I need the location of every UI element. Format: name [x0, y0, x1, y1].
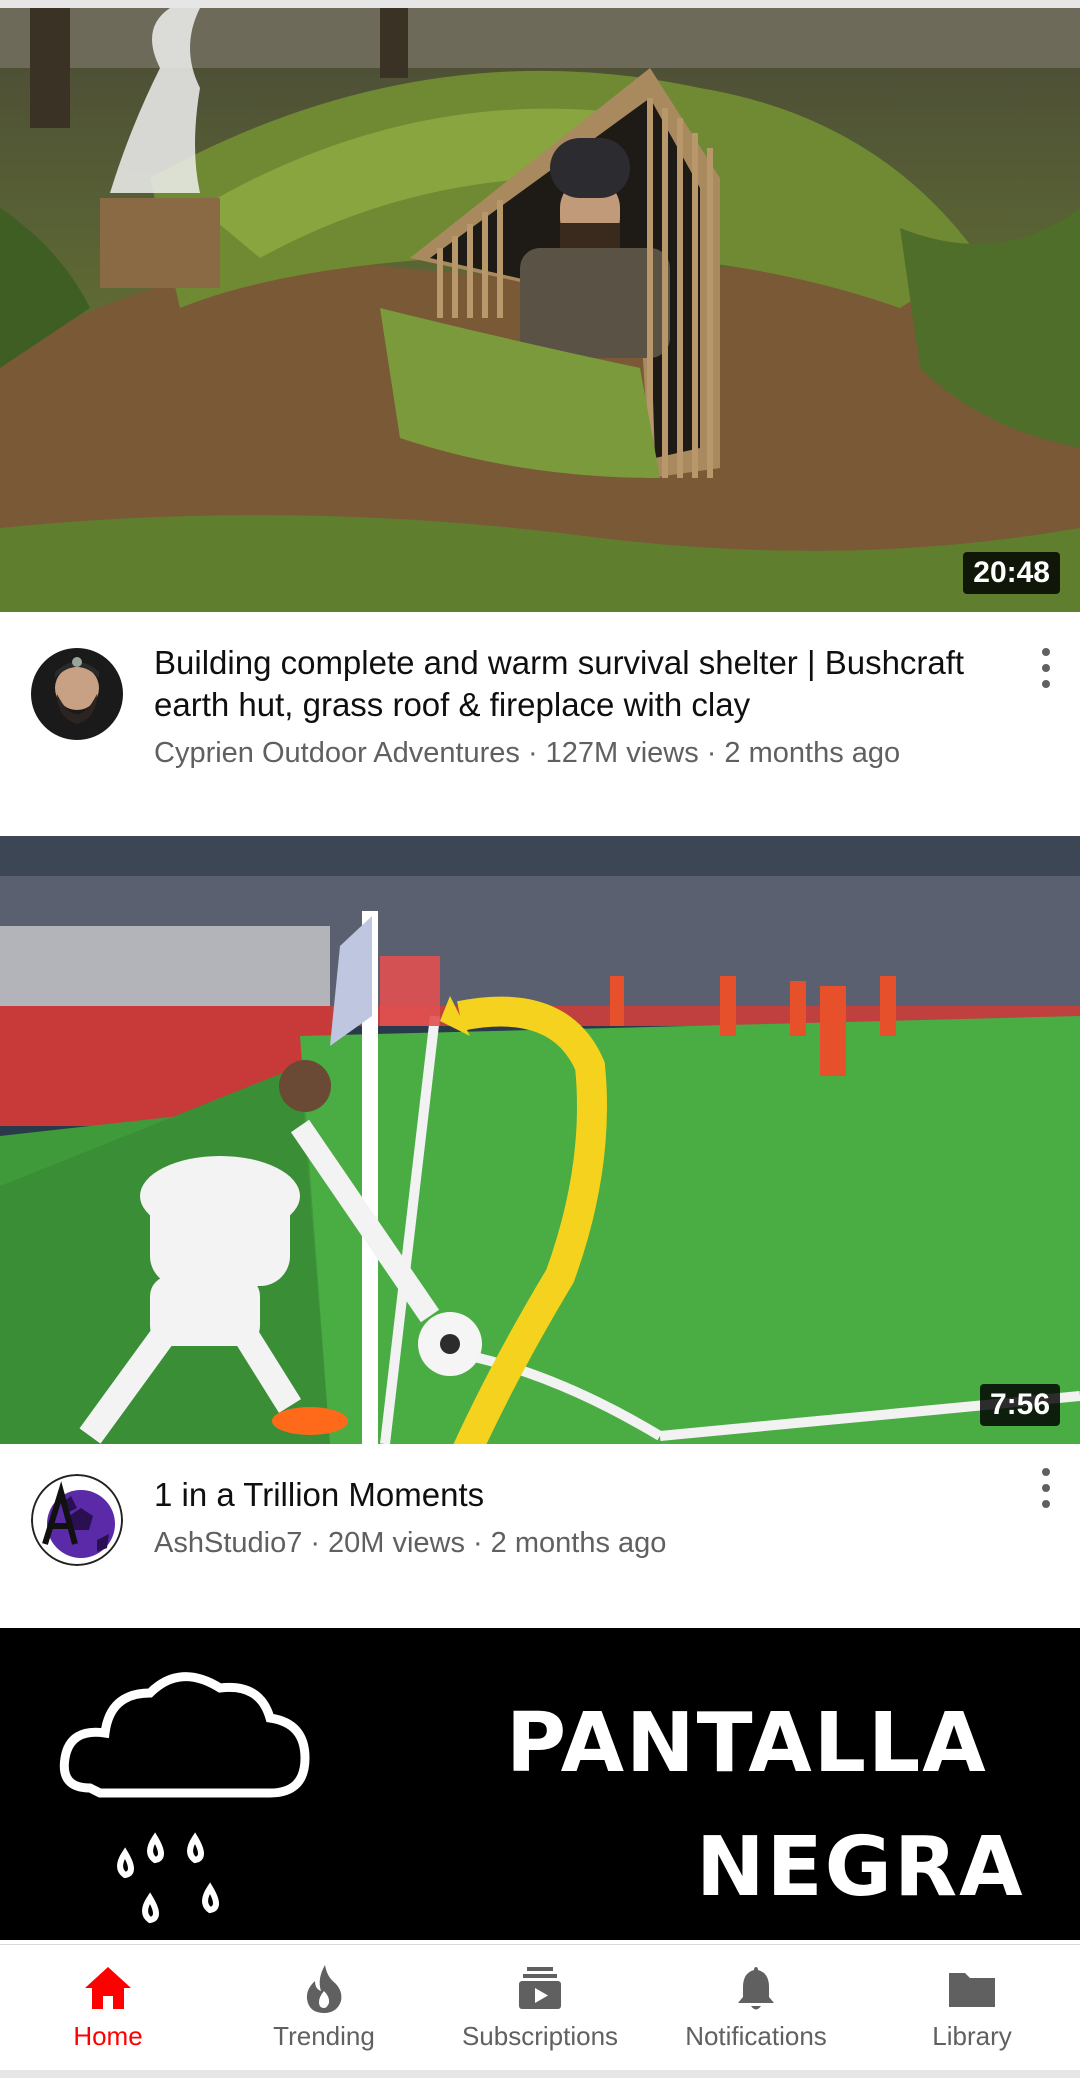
- video-thumbnail[interactable]: 7:56: [0, 836, 1080, 1444]
- nav-item-trending[interactable]: Trending: [216, 1945, 432, 2070]
- nav-label: Trending: [273, 2021, 375, 2051]
- channel-name[interactable]: AshStudio7: [154, 1527, 302, 1559]
- thumbnail-text-line: PANTALLA: [506, 1696, 988, 1791]
- soccer-ball-avatar-icon: [31, 1474, 123, 1566]
- system-navigation-bar: [0, 2070, 1080, 2078]
- more-options-icon[interactable]: [1034, 648, 1058, 688]
- video-card[interactable]: 20:48 Building complete and warm surviva…: [0, 8, 1080, 836]
- bearded-man-avatar-icon: [31, 648, 123, 740]
- bottom-navigation: Home Trending Subscriptions Notification…: [0, 1944, 1080, 2070]
- bell-icon: [738, 1967, 774, 2010]
- video-title[interactable]: Building complete and warm survival shel…: [154, 642, 990, 726]
- video-feed[interactable]: 20:48 Building complete and warm surviva…: [0, 8, 1080, 1940]
- view-count: 127M views: [545, 737, 699, 769]
- home-icon: [85, 1967, 131, 2009]
- upload-age: 2 months ago: [724, 737, 901, 769]
- folder-icon: [949, 1973, 995, 2007]
- channel-avatar[interactable]: [31, 648, 123, 740]
- more-options-icon[interactable]: [1034, 1468, 1058, 1508]
- view-count: 20M views: [328, 1527, 465, 1559]
- nav-item-subscriptions[interactable]: Subscriptions: [432, 1945, 648, 2070]
- thumbnail-text-line: NEGRA: [696, 1820, 1025, 1915]
- upload-age: 2 months ago: [490, 1527, 667, 1559]
- flame-icon: [306, 1965, 342, 2013]
- video-duration: 20:48: [963, 552, 1060, 594]
- video-thumbnail[interactable]: PANTALLA NEGRA: [0, 1628, 1080, 1940]
- video-thumbnail[interactable]: 20:48: [0, 8, 1080, 612]
- nav-label: Home: [73, 2021, 143, 2051]
- nav-item-home[interactable]: Home: [0, 1945, 216, 2070]
- video-card[interactable]: 7:56 1 in a Trillion Moments AshStudio7 ·…: [0, 836, 1080, 1628]
- nav-item-notifications[interactable]: Notifications: [648, 1945, 864, 2070]
- status-bar: [0, 0, 1080, 8]
- separator-dot: ·: [706, 737, 717, 769]
- video-subtitle: AshStudio7 · 20M views · 2 months ago: [154, 1524, 990, 1562]
- channel-name[interactable]: Cyprien Outdoor Adventures: [154, 737, 520, 769]
- nav-label: Subscriptions: [461, 2021, 619, 2051]
- separator-dot: ·: [310, 1527, 320, 1559]
- thumbnail-football-image: [0, 836, 1080, 1444]
- video-title[interactable]: 1 in a Trillion Moments: [154, 1474, 990, 1516]
- nav-label: Notifications: [685, 2021, 827, 2051]
- channel-avatar[interactable]: [31, 1474, 123, 1566]
- thumbnail-forest-hut-image: [0, 8, 1080, 612]
- video-meta[interactable]: 1 in a Trillion Moments AshStudio7 · 20M v…: [0, 1444, 1080, 1628]
- separator-dot: ·: [527, 737, 538, 769]
- video-duration: 7:56: [979, 1384, 1060, 1426]
- separator-dot: ·: [473, 1527, 483, 1559]
- video-meta[interactable]: Building complete and warm survival shel…: [0, 612, 1080, 836]
- nav-label: Library: [932, 2021, 1012, 2051]
- video-subtitle: Cyprien Outdoor Adventures · 127M views · 2 …: [154, 734, 990, 772]
- nav-item-library[interactable]: Library: [864, 1945, 1080, 2070]
- subscriptions-icon: [519, 1967, 561, 2009]
- video-card[interactable]: PANTALLA NEGRA: [0, 1628, 1080, 1940]
